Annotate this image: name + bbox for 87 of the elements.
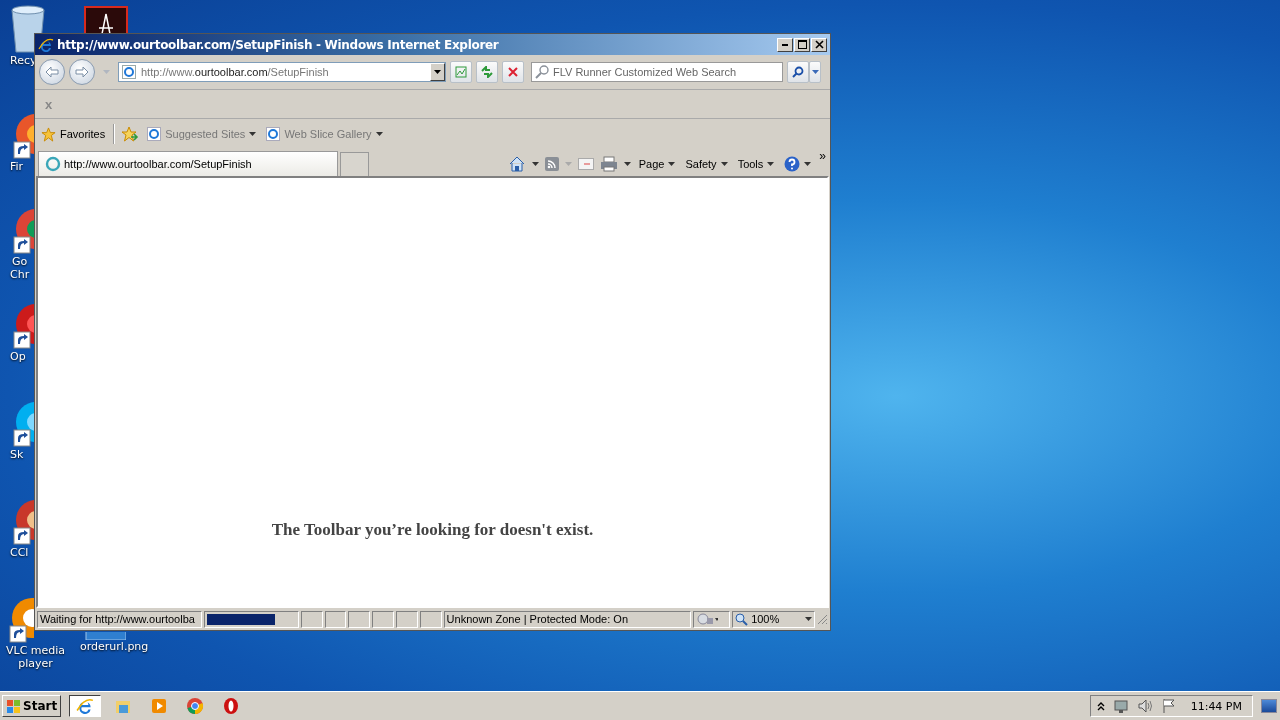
- close-button[interactable]: [811, 37, 827, 52]
- taskbar-app-button[interactable]: [69, 695, 102, 717]
- flag-icon[interactable]: [1160, 698, 1177, 714]
- overflow-button[interactable]: »: [819, 149, 826, 163]
- back-button[interactable]: [39, 59, 65, 85]
- resize-grip-icon[interactable]: [817, 613, 828, 625]
- desktop-icon-label[interactable]: Sk: [8, 448, 24, 461]
- desktop-icon-label[interactable]: Go Chr: [8, 255, 30, 281]
- help-button[interactable]: [782, 155, 814, 172]
- search-icon: [792, 66, 804, 78]
- help-icon: [784, 155, 801, 172]
- network-icon[interactable]: [1112, 698, 1129, 714]
- address-field[interactable]: http://www.ourtoolbar.com/SetupFinish: [118, 62, 446, 82]
- refresh-button[interactable]: [476, 61, 498, 83]
- desktop-icon-label[interactable]: VLC media player: [4, 644, 66, 670]
- caret-icon: [805, 617, 813, 621]
- caret-icon: [811, 70, 819, 74]
- forward-arrow-icon: [75, 66, 89, 78]
- desktop-icon-label[interactable]: CCl: [8, 546, 29, 559]
- start-button[interactable]: Start: [2, 695, 62, 717]
- favorites-button[interactable]: Favorites: [39, 126, 108, 142]
- status-bar-pane: [300, 610, 323, 628]
- status-text: Waiting for http://www.ourtoolba: [37, 610, 202, 628]
- opera-icon: [222, 697, 241, 715]
- ie-logo-icon: [76, 697, 95, 715]
- compatibility-button[interactable]: [450, 61, 472, 83]
- document-icon[interactable]: [84, 6, 128, 33]
- ie-page-icon: [122, 65, 136, 79]
- feed-icon[interactable]: [544, 156, 559, 171]
- caret-icon: [804, 161, 812, 166]
- search-icon: [535, 65, 549, 79]
- status-bar-pane: [348, 610, 371, 628]
- star-icon: [41, 126, 56, 142]
- chart-page-icon: [455, 66, 467, 78]
- caret-icon: [668, 161, 676, 166]
- minimize-icon: [782, 43, 788, 46]
- desktop-icon-label[interactable]: orderurl.png: [78, 640, 149, 653]
- caret-icon[interactable]: [531, 161, 539, 166]
- status-bar-pane: [324, 610, 347, 628]
- status-bar-pane: [372, 610, 394, 628]
- home-icon[interactable]: [507, 155, 526, 172]
- zoom-button[interactable]: 100%: [732, 610, 816, 628]
- desktop-icon-label[interactable]: Op: [8, 350, 26, 363]
- forward-button[interactable]: [69, 59, 95, 85]
- speaker-icon[interactable]: [1136, 698, 1153, 714]
- caret-icon: [720, 161, 728, 166]
- command-menu-button[interactable]: Safety: [683, 157, 730, 170]
- stop-icon: [508, 67, 518, 77]
- command-menu-button[interactable]: Tools: [735, 157, 777, 170]
- status-bar-pane: [419, 610, 442, 628]
- windows-logo-icon: [6, 698, 21, 714]
- ie-page-icon: [266, 127, 281, 141]
- maximize-icon: [797, 40, 807, 49]
- caret-icon[interactable]: [623, 161, 631, 166]
- protected-mode-button[interactable]: [692, 610, 731, 628]
- search-options-button[interactable]: [809, 61, 821, 83]
- command-menu-button[interactable]: Page: [636, 157, 678, 170]
- caret-icon: [767, 161, 775, 166]
- loading-ring-icon: [45, 156, 61, 172]
- search-field[interactable]: FLV Runner Customized Web Search: [531, 62, 783, 82]
- minimize-button[interactable]: [777, 37, 793, 52]
- desktop-icon-label[interactable]: Fir: [8, 160, 24, 173]
- ie-page-icon: [147, 127, 162, 141]
- address-dropdown-button[interactable]: [430, 63, 445, 81]
- maximize-button[interactable]: [794, 37, 810, 52]
- zone-text: Unknown Zone | Protected Mode: On: [443, 610, 691, 628]
- chrome-icon: [186, 697, 205, 715]
- printer-icon[interactable]: [599, 155, 618, 172]
- caret-icon: [434, 70, 441, 74]
- lock-globe-icon: [695, 613, 718, 625]
- close-icon: [814, 40, 824, 49]
- ie-logo-icon: [38, 36, 54, 53]
- zoom-icon: [735, 612, 749, 626]
- clock[interactable]: 11:44 PM: [1190, 699, 1242, 713]
- window-title: http://www.ourtoolbar.com/SetupFinish - Windows Internet Explorer: [57, 37, 500, 52]
- caret-icon: [249, 132, 257, 136]
- error-message: The Toolbar you’re looking for doesn't exist.: [271, 520, 594, 540]
- play-icon: [150, 697, 169, 715]
- chevron-up-icon[interactable]: [1096, 701, 1105, 711]
- stop-button[interactable]: [502, 61, 524, 83]
- search-button[interactable]: [787, 61, 809, 83]
- back-arrow-icon: [45, 66, 59, 78]
- caret-icon: [375, 132, 383, 136]
- status-bar-pane: [396, 610, 418, 628]
- browser-tab[interactable]: http://www.ourtoolbar.com/SetupFinish: [38, 151, 338, 176]
- address-text: http://www.ourtoolbar.com/SetupFinish: [141, 66, 330, 78]
- refresh-icon: [480, 66, 494, 78]
